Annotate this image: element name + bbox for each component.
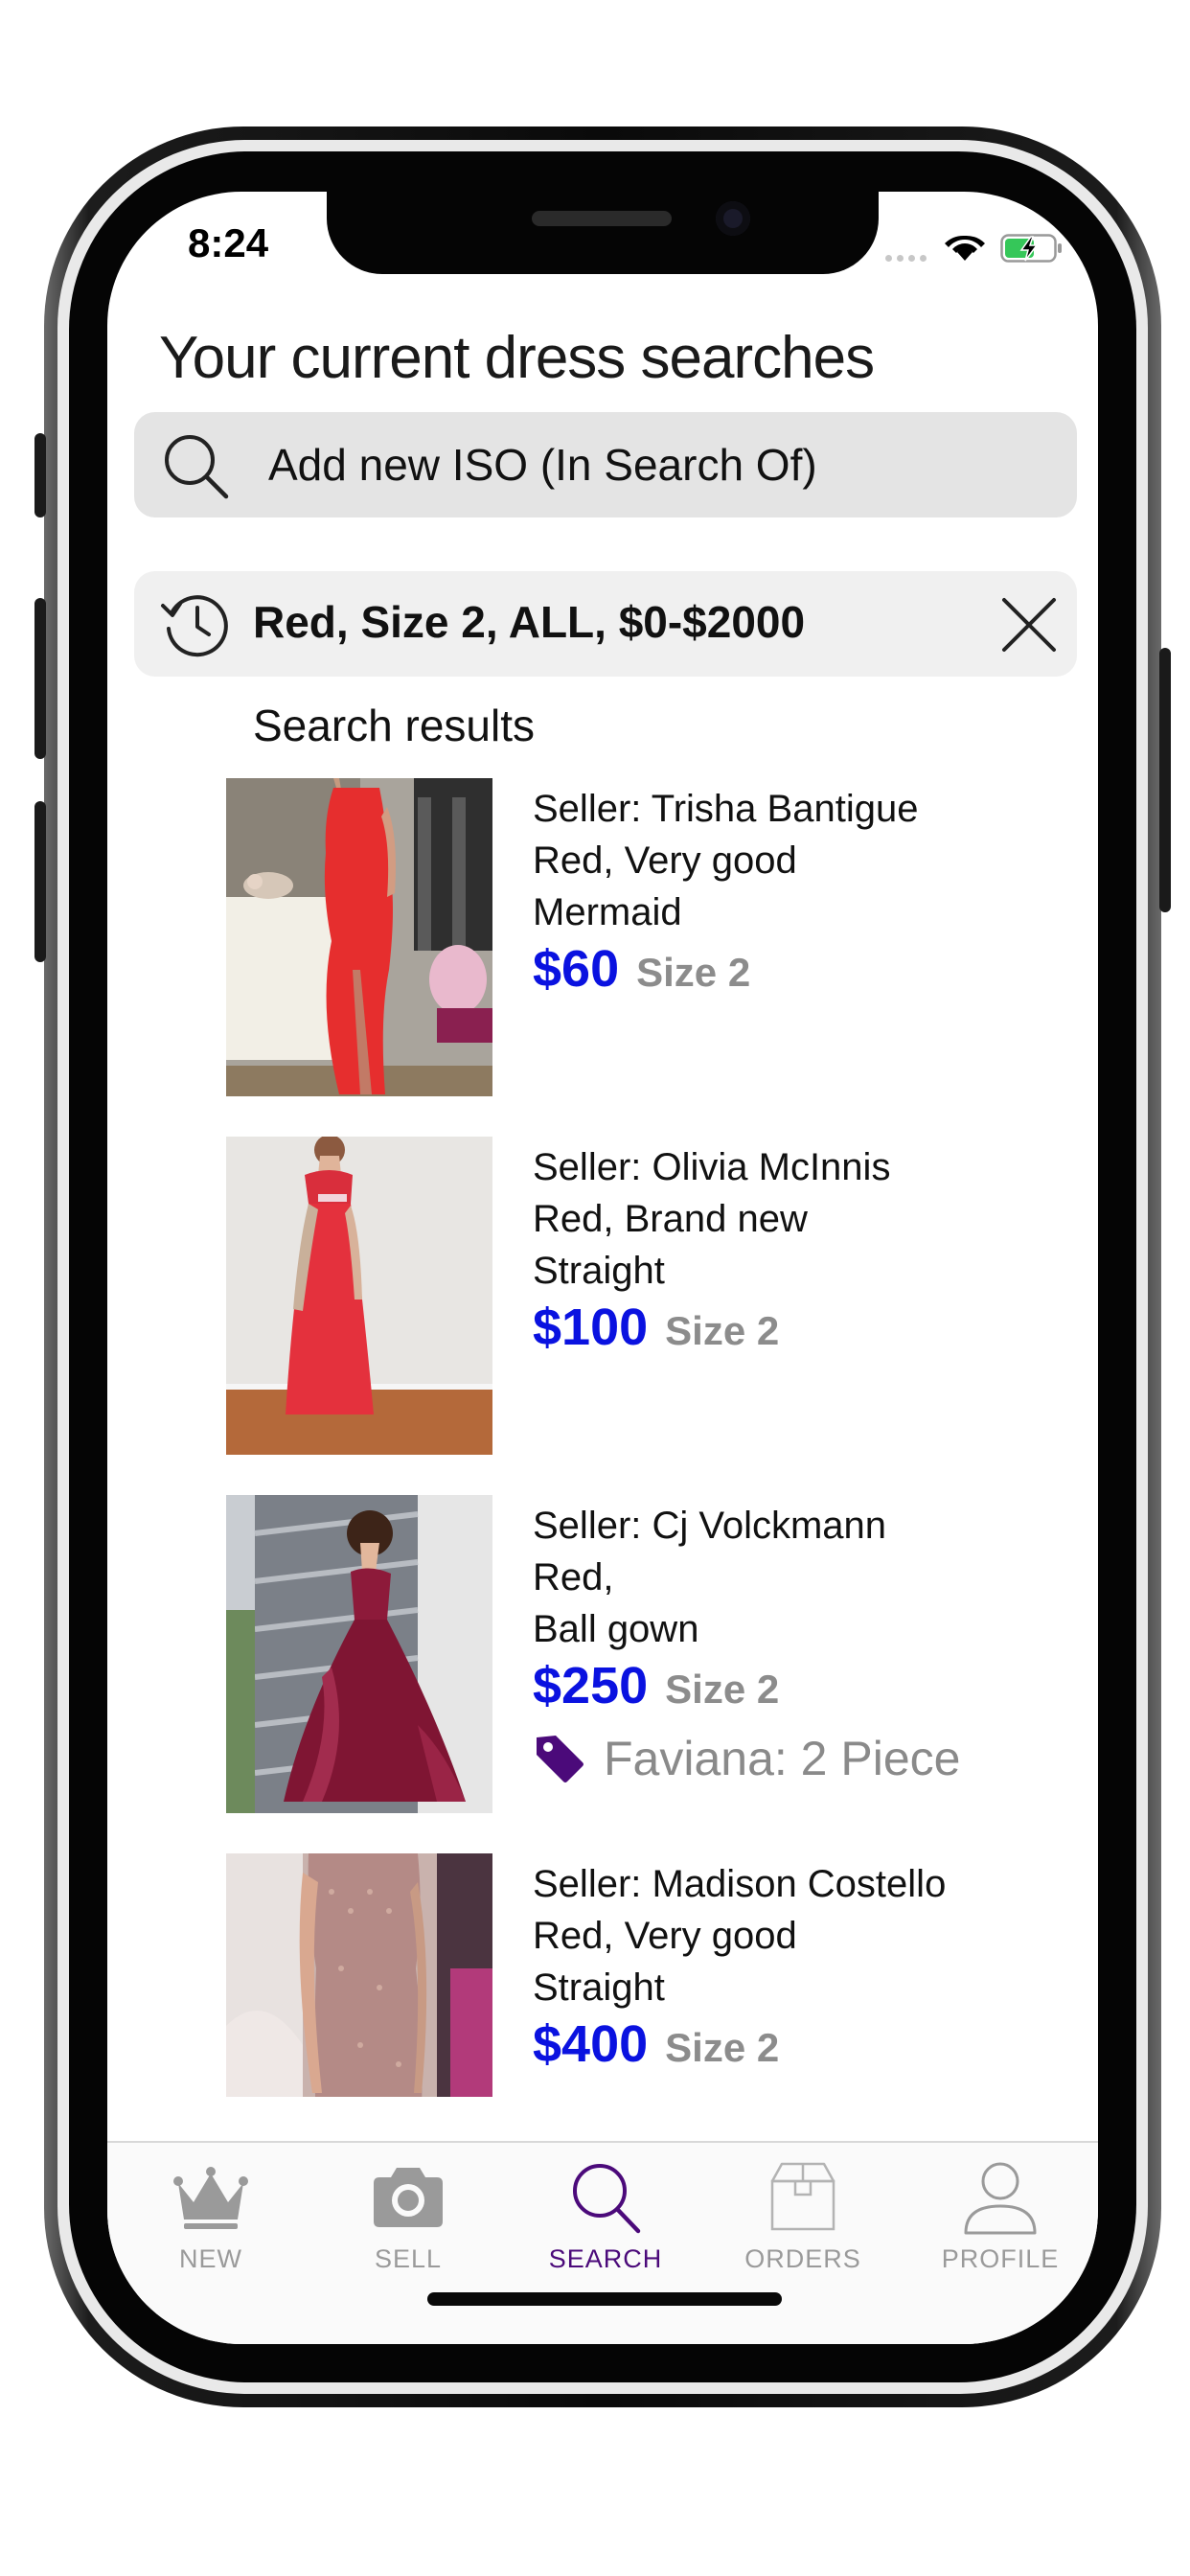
dress-size: Size 2 — [665, 1667, 780, 1712]
dress-size: Size 2 — [636, 950, 751, 995]
result-item[interactable]: Seller: Trisha Bantigue Red, Very good M… — [226, 778, 1088, 1096]
history-icon — [161, 595, 228, 657]
power-button — [1159, 648, 1171, 912]
dress-style: Mermaid — [533, 891, 682, 933]
dress-price: $100 — [533, 1299, 649, 1356]
dress-price: $60 — [533, 940, 620, 998]
crown-icon — [173, 2167, 248, 2229]
brand-tag: Faviana: 2 Piece — [533, 1731, 1079, 1788]
tab-profile[interactable]: PROFILE — [902, 2156, 1098, 2290]
dress-photo — [226, 778, 492, 1096]
iso-summary: Red, Size 2, ALL, $0-$2000 — [253, 597, 806, 647]
seller-name: Seller: Madison Costello — [533, 1863, 947, 1905]
search-icon — [573, 2164, 641, 2234]
dress-condition: Red, Very good — [533, 840, 797, 882]
dress-size: Size 2 — [665, 1308, 780, 1353]
mute-switch — [34, 433, 46, 518]
dress-price: $400 — [533, 2015, 649, 2073]
speaker-grille — [532, 211, 672, 226]
dress-condition: Red, Very good — [533, 1915, 797, 1957]
result-item[interactable]: Seller: Madison Costello Red, Very good … — [226, 1853, 1088, 2097]
seller-name: Seller: Cj Volckmann — [533, 1505, 887, 1547]
tag-icon — [537, 1736, 584, 1782]
phone-screen: 8:24 Your current dress searches Add new… — [107, 192, 1098, 2344]
dress-photo — [226, 1495, 492, 1813]
seller-name: Seller: Olivia McInnis — [533, 1146, 891, 1188]
dress-photo — [226, 1137, 492, 1455]
front-camera — [716, 201, 750, 236]
tab-bar: NEW SELL SEARCH ORDERS PROFILE — [107, 2141, 1098, 2344]
dress-style: Straight — [533, 1966, 665, 2009]
results-list: Seller: Trisha Bantigue Red, Very good M… — [107, 778, 1098, 2097]
tab-label: NEW — [179, 2244, 242, 2273]
camera-icon — [374, 2168, 443, 2227]
dress-style: Straight — [533, 1250, 665, 1292]
dress-price: $250 — [533, 1657, 649, 1714]
dress-style: Ball gown — [533, 1608, 699, 1650]
volume-up-button — [34, 598, 46, 759]
brand-label: Faviana: 2 Piece — [604, 1732, 961, 1785]
search-icon — [165, 435, 229, 499]
dress-condition: Red, Brand new — [533, 1198, 808, 1240]
status-time: 8:24 — [188, 220, 269, 265]
dress-photo — [226, 1853, 492, 2097]
dress-condition: Red, — [533, 1556, 614, 1598]
result-item[interactable]: Seller: Olivia McInnis Red, Brand new St… — [226, 1137, 1088, 1455]
add-iso-search-bar[interactable]: Add new ISO (In Search Of) — [134, 412, 1077, 518]
volume-down-button — [34, 801, 46, 962]
box-icon — [770, 2162, 835, 2231]
search-placeholder: Add new ISO (In Search Of) — [268, 440, 817, 490]
tab-orders[interactable]: ORDERS — [704, 2156, 902, 2290]
tab-sell[interactable]: SELL — [309, 2156, 507, 2290]
cell-signal-icon — [885, 255, 931, 263]
seller-name: Seller: Trisha Bantigue — [533, 788, 919, 830]
result-item[interactable]: Seller: Cj Volckmann Red, Ball gown $250… — [226, 1495, 1088, 1813]
tab-label: ORDERS — [744, 2244, 861, 2273]
tab-label: SEARCH — [548, 2244, 663, 2273]
notch — [327, 192, 879, 274]
battery-charging-icon — [1000, 234, 1062, 263]
tab-new[interactable]: NEW — [112, 2156, 309, 2290]
person-icon — [964, 2162, 1037, 2235]
close-icon[interactable] — [1000, 596, 1058, 654]
tab-label: PROFILE — [941, 2244, 1060, 2273]
iso-search-card[interactable]: Red, Size 2, ALL, $0-$2000 — [134, 571, 1077, 677]
search-results-label: Search results — [253, 701, 536, 750]
wifi-icon — [945, 235, 985, 261]
home-indicator[interactable] — [427, 2292, 782, 2306]
page-title: Your current dress searches — [159, 325, 875, 391]
tab-label: SELL — [374, 2244, 443, 2273]
dress-size: Size 2 — [665, 2025, 780, 2070]
tab-search[interactable]: SEARCH — [507, 2156, 704, 2290]
